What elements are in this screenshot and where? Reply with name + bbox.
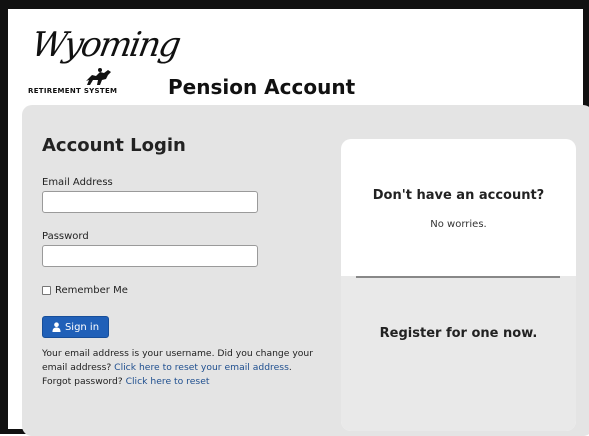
bucking-horse-icon <box>86 68 111 85</box>
divider <box>356 276 560 278</box>
reset-password-link[interactable]: Click here to reset <box>126 376 210 387</box>
email-input[interactable] <box>42 191 258 213</box>
password-label: Password <box>42 231 89 242</box>
page-title: Pension Account <box>168 75 356 99</box>
login-heading: Account Login <box>42 135 186 156</box>
help-text: Your email address is your username. Did… <box>42 347 324 389</box>
reset-email-link[interactable]: Click here to reset your email address <box>114 362 289 373</box>
forgot-password-text: Forgot password? <box>42 376 126 387</box>
remember-me-checkbox[interactable] <box>42 286 51 295</box>
register-link[interactable]: Register for one now. <box>341 326 576 341</box>
no-worries-text: No worries. <box>430 219 487 230</box>
register-card: Don't have an account? No worries. Regis… <box>341 139 576 431</box>
sign-in-button[interactable]: Sign in <box>42 316 109 338</box>
help-period: . <box>288 362 292 373</box>
header: Wyoming RETIREMENT SYSTEM Pension Accoun… <box>26 23 426 111</box>
logo-script-text: Wyoming <box>28 25 183 65</box>
remember-me-row[interactable]: Remember Me <box>42 285 128 296</box>
register-card-lower <box>341 276 576 431</box>
password-input[interactable] <box>42 245 258 267</box>
sign-in-label: Sign in <box>64 321 100 333</box>
account-login-form: Account Login Email Address Password Rem… <box>42 135 332 387</box>
user-icon <box>52 322 61 332</box>
logo-subtitle: RETIREMENT SYSTEM <box>28 87 118 95</box>
no-account-heading: Don't have an account? <box>372 188 545 203</box>
login-panel: Account Login Email Address Password Rem… <box>22 105 589 436</box>
email-label: Email Address <box>42 177 113 188</box>
window-frame: Wyoming RETIREMENT SYSTEM Pension Accoun… <box>0 0 589 436</box>
remember-me-label[interactable]: Remember Me <box>55 285 128 296</box>
wyoming-retirement-logo[interactable]: Wyoming RETIREMENT SYSTEM <box>26 23 182 107</box>
